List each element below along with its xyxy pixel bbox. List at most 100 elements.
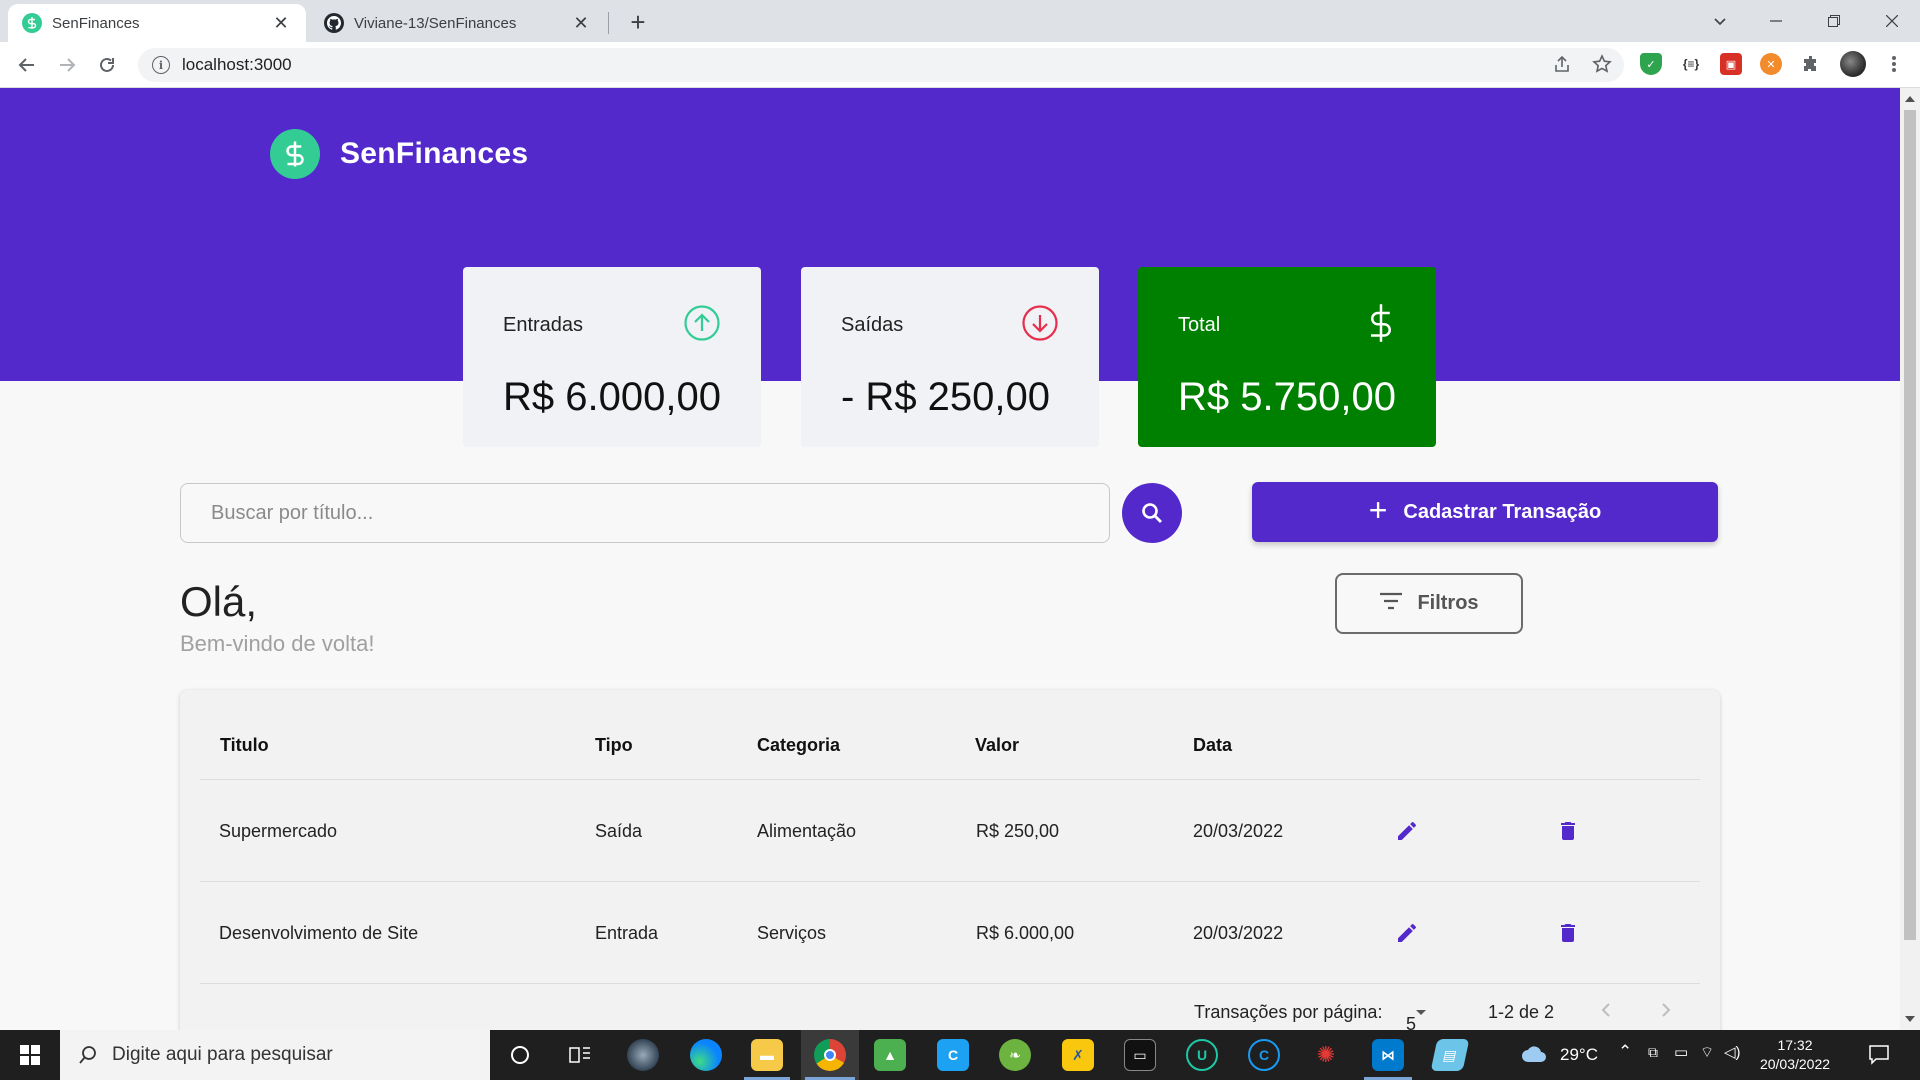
expense-label: Saídas — [841, 313, 904, 336]
scrollbar-thumb[interactable] — [1904, 110, 1916, 940]
filter-button[interactable]: Filtros — [1335, 573, 1523, 634]
task-view-icon[interactable] — [564, 1039, 596, 1071]
prev-page-chevron-icon[interactable] — [1600, 1002, 1612, 1023]
expense-card: Saídas - R$ 250,00 — [801, 267, 1099, 447]
file-explorer-icon[interactable]: ▬ — [751, 1039, 783, 1071]
cell-tipo: Saída — [595, 821, 643, 841]
close-window-button[interactable] — [1864, 0, 1920, 42]
c-app-icon[interactable]: C — [937, 1039, 969, 1071]
delete-trash-icon[interactable] — [1553, 918, 1583, 948]
notifications-icon[interactable] — [1868, 1043, 1890, 1070]
total-card: Total R$ 5.750,00 — [1138, 267, 1436, 447]
scroll-down-arrow-icon[interactable] — [1905, 1016, 1915, 1022]
filter-label: Filtros — [1417, 592, 1479, 614]
profile-avatar[interactable] — [1840, 51, 1866, 77]
site-info-icon[interactable]: i — [152, 56, 170, 74]
app-sphere-icon[interactable] — [627, 1039, 659, 1071]
page-scrollbar[interactable] — [1900, 88, 1920, 1030]
bookmark-star-icon[interactable] — [1588, 50, 1616, 78]
edit-pencil-icon[interactable] — [1392, 816, 1422, 846]
forward-button[interactable] — [52, 50, 82, 80]
add-transaction-label: Cadastrar Transação — [1403, 500, 1602, 523]
terminal-icon[interactable]: ▭ — [1124, 1039, 1156, 1071]
address-bar[interactable]: i localhost:3000 — [138, 48, 1624, 82]
column-header-tipo: Tipo — [595, 735, 633, 755]
weather-cloud-icon[interactable] — [1520, 1044, 1548, 1069]
notes-app-icon[interactable]: ▤ — [1430, 1039, 1470, 1071]
total-value: R$ 5.750,00 — [1178, 375, 1396, 419]
table-row: Supermercado Saída Alimentação R$ 250,00… — [200, 780, 1700, 882]
tray-camera-icon[interactable]: ⧉ — [1648, 1044, 1658, 1061]
wifi-icon[interactable]: ⌔ — [1700, 1043, 1714, 1062]
chrome-browser-icon[interactable] — [814, 1039, 846, 1071]
income-value: R$ 6.000,00 — [503, 375, 721, 419]
cell-titulo: Supermercado — [219, 821, 338, 841]
dollar-logo-icon — [270, 129, 320, 179]
orange-extension-icon[interactable]: ✕ — [1760, 53, 1782, 75]
browser-toolbar: i localhost:3000 ✓ {≡} ▣ ✕ — [0, 42, 1920, 88]
tab-senfinances[interactable]: SenFinances ✕ — [8, 4, 306, 42]
bug-app-icon[interactable]: ✺ — [1310, 1039, 1342, 1071]
taskbar-search-placeholder: Digite aqui para pesquisar — [112, 1044, 333, 1065]
filter-icon — [1379, 592, 1403, 616]
search-input[interactable] — [211, 501, 1109, 525]
caret-down-icon — [1416, 1010, 1426, 1015]
tab-title: SenFinances — [52, 14, 140, 32]
search-icon — [79, 1046, 96, 1064]
next-page-chevron-icon[interactable] — [1660, 1002, 1672, 1023]
taskbar-clock[interactable]: 17:32 20/03/2022 — [1740, 1036, 1850, 1074]
back-button[interactable] — [12, 50, 42, 80]
pagination-range: 1-2 de 2 — [1488, 1002, 1555, 1022]
dollar-favicon-icon — [22, 13, 42, 33]
add-transaction-button[interactable]: + Cadastrar Transação — [1252, 482, 1718, 542]
battery-icon[interactable]: ▭ — [1674, 1043, 1688, 1061]
brand-name: SenFinances — [340, 137, 529, 170]
c-circle-app-icon[interactable]: C — [1248, 1039, 1280, 1071]
scroll-up-arrow-icon[interactable] — [1905, 96, 1915, 102]
cell-titulo: Desenvolvimento de Site — [219, 923, 419, 943]
cell-data: 20/03/2022 — [1193, 923, 1284, 943]
cortana-circle-icon[interactable] — [504, 1039, 536, 1071]
share-icon[interactable] — [1548, 50, 1576, 78]
cell-valor: R$ 250,00 — [976, 821, 1060, 841]
red-extension-icon[interactable]: ▣ — [1720, 53, 1742, 75]
brand[interactable]: SenFinances — [270, 129, 528, 179]
column-header-titulo: Titulo — [220, 735, 269, 755]
tab-close-icon[interactable]: ✕ — [270, 12, 292, 34]
column-header-valor: Valor — [975, 735, 1020, 755]
search-button[interactable] — [1122, 483, 1182, 543]
greeting-subtitle: Bem-vindo de volta! — [180, 631, 375, 656]
json-extension-icon[interactable]: {≡} — [1680, 53, 1702, 75]
weather-temperature[interactable]: 29°C — [1560, 1045, 1598, 1065]
tray-chevron-up-icon[interactable]: ⌃ — [1618, 1042, 1632, 1062]
image-app-icon[interactable]: ▲ — [874, 1039, 906, 1071]
extensions-puzzle-icon[interactable] — [1800, 53, 1822, 75]
taskbar-search[interactable]: Digite aqui para pesquisar — [60, 1030, 490, 1080]
delete-trash-icon[interactable] — [1553, 816, 1583, 846]
tab-github[interactable]: Viviane-13/SenFinances ✕ — [310, 4, 606, 42]
new-tab-button[interactable]: + — [624, 7, 652, 37]
edge-browser-icon[interactable] — [690, 1039, 722, 1071]
cell-tipo: Entrada — [595, 923, 659, 943]
total-label: Total — [1178, 313, 1221, 336]
shield-extension-icon[interactable]: ✓ — [1640, 53, 1662, 75]
plus-icon: + — [1368, 492, 1388, 528]
search-field[interactable] — [180, 483, 1110, 543]
edit-pencil-icon[interactable] — [1392, 918, 1422, 948]
cell-valor: R$ 6.000,00 — [976, 923, 1075, 943]
browser-tab-bar: SenFinances ✕ Viviane-13/SenFinances ✕ + — [0, 0, 1920, 42]
vscode-icon[interactable]: ⋈ — [1372, 1039, 1404, 1071]
tab-close-icon[interactable]: ✕ — [570, 12, 592, 34]
sticky-app-icon[interactable]: ✗ — [1062, 1039, 1094, 1071]
restore-button[interactable] — [1806, 0, 1862, 42]
browser-menu-icon[interactable] — [1880, 50, 1908, 78]
minimize-button[interactable] — [1748, 0, 1804, 42]
spring-leaf-icon[interactable]: ❧ — [999, 1039, 1031, 1071]
rows-per-page-select[interactable]: 5 — [1406, 1002, 1428, 1030]
u-app-icon[interactable]: U — [1186, 1039, 1218, 1071]
rows-per-page-label: Transações por página: — [1194, 1002, 1383, 1022]
volume-icon[interactable]: ◁) — [1724, 1043, 1741, 1061]
start-windows-icon[interactable] — [0, 1030, 60, 1080]
tab-search-chevron-icon[interactable] — [1692, 0, 1748, 42]
reload-button[interactable] — [92, 50, 122, 80]
